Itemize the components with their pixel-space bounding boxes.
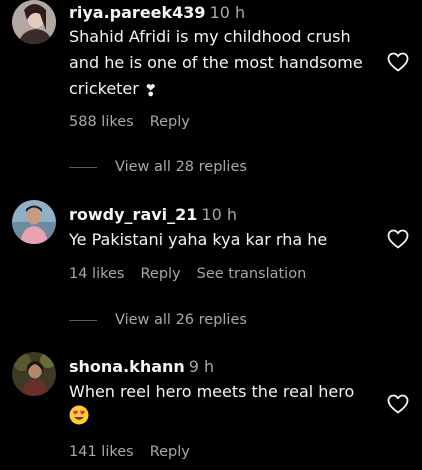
avatar[interactable] (12, 200, 56, 244)
username[interactable]: shona.khann (69, 357, 185, 376)
reply-button[interactable]: Reply (150, 114, 190, 130)
comment-header: rowdy_ravi_21 10 h (69, 205, 237, 225)
timestamp: 9 h (188, 357, 215, 376)
avatar-photo-riya (12, 0, 56, 44)
comment-actions: 141 likes Reply (69, 442, 206, 462)
comment-actions: 588 likes Reply (69, 112, 206, 132)
avatar[interactable] (12, 352, 56, 396)
reply-button[interactable]: Reply (140, 266, 180, 282)
comment-text: Shahid Afridi is my childhood crush and … (69, 24, 379, 104)
reply-button[interactable]: Reply (150, 444, 190, 460)
avatar[interactable] (12, 0, 56, 44)
see-translation-button[interactable]: See translation (197, 266, 307, 282)
comment-body: When reel hero meets the real hero (69, 382, 355, 401)
heart-exclamation-emoji: ❣ (143, 81, 158, 100)
comment-text: Ye Pakistani yaha kya kar rha he (69, 227, 379, 253)
view-replies-button[interactable]: View all 28 replies (69, 157, 247, 177)
heart-outline-icon[interactable] (386, 50, 410, 74)
comment-header: riya.pareek439 10 h (69, 3, 245, 23)
comment-text: When reel hero meets the real hero 😍 (69, 379, 379, 433)
view-replies-button[interactable]: View all 26 replies (69, 310, 247, 330)
divider-line (69, 319, 97, 321)
avatar-photo-ravi (12, 200, 56, 244)
comment-body: Ye Pakistani yaha kya kar rha he (69, 230, 328, 249)
likes-count[interactable]: 141 likes (69, 444, 134, 460)
comment-header: shona.khann 9 h (69, 357, 214, 377)
heart-outline-icon[interactable] (386, 227, 410, 251)
divider-line (69, 166, 97, 168)
comment-actions: 14 likes Reply See translation (69, 264, 322, 284)
view-replies-label: View all 28 replies (115, 159, 247, 175)
username[interactable]: rowdy_ravi_21 (69, 205, 197, 224)
username[interactable]: riya.pareek439 (69, 3, 206, 22)
timestamp: 10 h (209, 3, 246, 22)
likes-count[interactable]: 14 likes (69, 266, 124, 282)
heart-outline-icon[interactable] (386, 392, 410, 416)
view-replies-label: View all 26 replies (115, 312, 247, 328)
avatar-photo-shona (12, 352, 56, 396)
heart-eyes-emoji (69, 405, 89, 433)
likes-count[interactable]: 588 likes (69, 114, 134, 130)
comment-body: Shahid Afridi is my childhood crush and … (69, 27, 363, 98)
timestamp: 10 h (201, 205, 238, 224)
